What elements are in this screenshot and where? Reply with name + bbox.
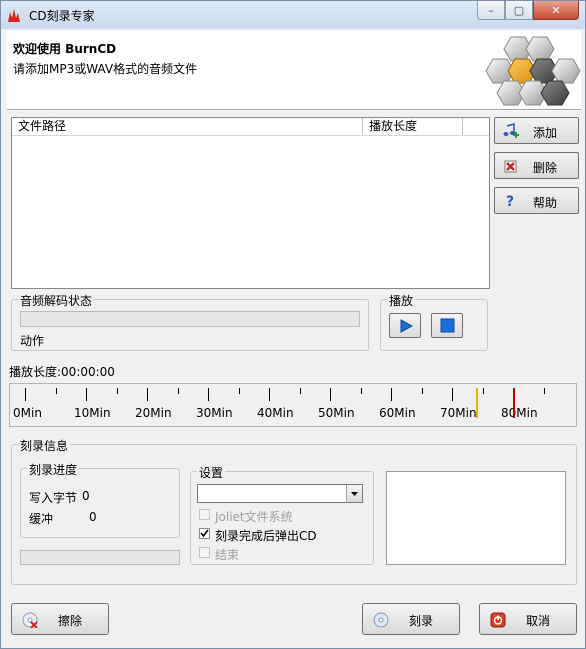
ruler-yellow-marker [476,388,479,418]
play-length-label: 播放长度:00:00:00 [9,365,115,379]
ruler-tick [86,388,87,401]
buffer-value: 0 [89,510,97,524]
ruler-tick-label: 60Min [379,406,416,420]
ruler-tick [269,388,270,401]
file-list-header: 文件路径 播放长度 [12,118,489,136]
welcome-subtitle: 请添加MP3或WAV格式的音频文件 [13,62,198,76]
ruler-tick [391,388,392,401]
burn-info-label: 刻录信息 [18,437,71,454]
burn-info-group: 刻录信息 刻录进度 写入字节 0 缓冲 0 设置 [11,437,577,585]
burn-disc-icon [373,612,389,628]
music-add-icon [503,123,519,138]
burn-progress-bar [20,550,180,565]
burn-button[interactable]: 刻录 [362,603,460,635]
window-title: CD刻录专家 [29,9,95,23]
playback-group: 播放 [380,292,488,351]
help-question-icon: ? [506,194,514,209]
info-display-box [386,471,566,565]
close-button[interactable]: ✕ [533,1,579,20]
welcome-header: 欢迎使用 BurnCD 请添加MP3或WAV格式的音频文件 [7,31,581,109]
playback-label: 播放 [387,292,416,309]
ruler-tick [116,388,118,394]
ruler-tick-label: 10Min [74,406,111,420]
add-label: 添加 [533,126,558,140]
ruler-tick-label: 50Min [318,406,355,420]
decode-progress-bar [20,311,360,327]
cancel-label: 取消 [526,614,551,628]
header-separator [7,109,581,111]
ruler-tick [55,388,57,394]
title-bar[interactable]: CD刻录专家 – ▢ ✕ [1,1,585,29]
minimize-icon: – [488,3,494,17]
burn-label: 刻录 [409,614,434,628]
hexagon-logo-icon [485,36,581,106]
ruler-tick [299,388,301,394]
erase-disc-icon [22,612,38,628]
decode-status-label: 音频解码状态 [18,292,95,309]
ruler-tick-label: 70Min [440,406,477,420]
ruler-tick [360,388,362,394]
ruler-tick [421,388,423,394]
erase-label: 擦除 [58,614,83,628]
eject-label: 刻录完成后弹出CD [215,529,317,543]
decode-status-group: 音频解码状态 动作 [11,292,369,351]
ruler-tick [238,388,240,394]
minimize-button[interactable]: – [477,1,505,20]
cancel-button[interactable]: 取消 [479,603,577,635]
finalize-checkbox[interactable] [199,547,210,558]
stop-icon [440,318,455,333]
column-file-path[interactable]: 文件路径 [12,118,363,135]
ruler-tick [330,388,331,401]
checkmark-icon [200,529,209,538]
burn-progress-group: 刻录进度 写入字节 0 缓冲 0 [20,461,180,538]
ruler-tick [482,388,484,394]
welcome-title: 欢迎使用 BurnCD [13,42,117,56]
maximize-button[interactable]: ▢ [505,1,533,20]
action-label: 动作 [20,334,45,348]
chevron-down-icon [351,492,358,496]
capacity-ruler: 0Min 10Min 20Min 30Min 40Min 50Min 60Min 70Min 8… [9,383,577,427]
ruler-tick [543,388,545,394]
delete-icon [504,160,517,173]
column-play-length[interactable]: 播放长度 [363,118,463,135]
ruler-tick-label: 0Min [13,406,42,420]
maximize-icon: ▢ [513,3,525,17]
file-list[interactable]: 文件路径 播放长度 [11,117,490,289]
close-icon: ✕ [551,3,561,17]
finalize-label: 结束 [215,548,240,562]
buffer-label: 缓冲 [29,512,54,526]
add-button[interactable]: 添加 [494,117,579,144]
cancel-power-icon [490,612,506,628]
settings-label: 设置 [197,464,226,481]
ruler-tick-label: 40Min [257,406,294,420]
play-icon [400,319,413,333]
delete-button[interactable]: 删除 [494,152,579,179]
joliet-checkbox[interactable] [199,509,210,520]
help-button[interactable]: ? 帮助 [494,187,579,214]
burn-progress-label: 刻录进度 [27,461,80,478]
main-window: CD刻录专家 – ▢ ✕ 欢迎使用 BurnCD 请添加MP3或WAV格式的音频… [0,0,586,649]
ruler-tick-label: 20Min [135,406,172,420]
play-button[interactable] [389,313,421,338]
delete-label: 删除 [533,161,558,175]
ruler-tick [177,388,179,394]
stop-button[interactable] [431,313,463,338]
ruler-tick [208,388,209,401]
ruler-tick-label: 80Min [501,406,538,420]
ruler-red-marker [513,388,515,418]
drive-select[interactable] [197,484,363,503]
ruler-tick [25,388,26,401]
erase-button[interactable]: 擦除 [11,603,109,635]
ruler-tick [452,388,453,401]
app-flame-icon [8,9,20,22]
bytes-written-value: 0 [82,489,90,503]
eject-checkbox[interactable] [199,528,210,539]
ruler-tick-label: 30Min [196,406,233,420]
help-label: 帮助 [533,196,558,210]
joliet-label: Joliet文件系统 [215,510,293,524]
drive-select-dropdown[interactable] [346,485,362,502]
bytes-written-label: 写入字节 [29,491,78,505]
ruler-tick [147,388,148,401]
svg-text:?: ? [506,194,514,209]
